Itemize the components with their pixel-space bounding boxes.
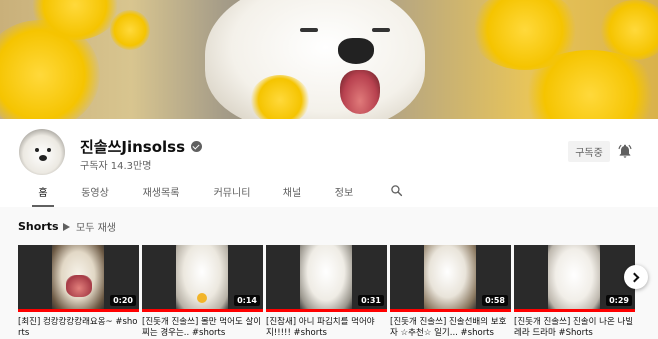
play-icon bbox=[63, 222, 70, 231]
shelf-next-button[interactable] bbox=[624, 265, 648, 289]
video-card[interactable]: 0:31 [진참새] 아니 파김치를 먹어야지!!!!! #shorts bbox=[266, 245, 387, 338]
video-title[interactable]: [진참새] 아니 파김치를 먹어야지!!!!! #shorts bbox=[266, 317, 387, 339]
tab-playlists[interactable]: 재생목록 bbox=[140, 178, 182, 207]
channel-name: 진솔쓰Jinsolss bbox=[80, 138, 186, 156]
watch-progress-bar bbox=[266, 309, 387, 312]
chevron-right-icon bbox=[629, 272, 640, 282]
video-card[interactable]: 0:29 [진돗개 진솔쓰] 진솔이 나온 나빌레라 드라마 #Shorts bbox=[514, 245, 635, 338]
tab-channels[interactable]: 채널 bbox=[281, 178, 303, 207]
tab-community[interactable]: 커뮤니티 bbox=[211, 178, 253, 207]
video-duration: 0:14 bbox=[234, 295, 260, 306]
video-card[interactable]: 0:58 [진돗개 진솔쓰] 진솔선배의 보호자 ☆추천☆ 일기... #sho… bbox=[390, 245, 511, 338]
watch-progress-bar bbox=[514, 309, 635, 312]
video-thumbnail[interactable]: 0:29 bbox=[514, 245, 635, 312]
video-card[interactable]: 0:14 [진돗개 진솔쓰] 몰만 먹어도 살이 찌는 경우는.. #short… bbox=[142, 245, 263, 338]
channel-tabs: 홈 동영상 재생목록 커뮤니티 채널 정보 bbox=[0, 178, 658, 207]
channel-avatar[interactable] bbox=[19, 129, 65, 175]
video-duration: 0:31 bbox=[358, 295, 384, 306]
banner-dog-image bbox=[205, 0, 425, 119]
video-title[interactable]: [진돗개 진솔쓰] 진솔이 나온 나빌레라 드라마 #Shorts bbox=[514, 317, 635, 339]
video-thumbnail[interactable]: 0:58 bbox=[390, 245, 511, 312]
channel-banner bbox=[0, 0, 658, 119]
verified-check-icon bbox=[191, 141, 203, 152]
video-duration: 0:20 bbox=[110, 295, 136, 306]
tab-home[interactable]: 홈 bbox=[32, 178, 54, 207]
play-all-label: 모두 재생 bbox=[76, 223, 116, 234]
watch-progress-bar bbox=[18, 309, 139, 312]
tab-videos[interactable]: 동영상 bbox=[78, 178, 112, 207]
watch-progress-bar bbox=[142, 309, 263, 312]
subscribed-button[interactable]: 구독중 bbox=[568, 141, 610, 162]
video-title[interactable]: [진돗개 진솔쓰] 진솔선배의 보호자 ☆추천☆ 일기... #shorts bbox=[390, 317, 511, 339]
shorts-shelf: 0:20 [최진] 컹캉캉캉캉래요옹~ #shorts 0:14 [진돗개 진솔… bbox=[18, 245, 638, 338]
video-title[interactable]: [진돗개 진솔쓰] 몰만 먹어도 살이 찌는 경우는.. #shorts bbox=[142, 317, 263, 339]
video-card[interactable]: 0:20 [최진] 컹캉캉캉캉래요옹~ #shorts bbox=[18, 245, 139, 338]
channel-name-row: 진솔쓰Jinsolss bbox=[80, 136, 203, 157]
shelf-title: Shorts bbox=[18, 219, 59, 233]
shelf-header: Shorts bbox=[18, 219, 59, 233]
bell-icon[interactable] bbox=[617, 143, 633, 159]
search-icon[interactable] bbox=[390, 184, 403, 197]
watch-progress-bar bbox=[390, 309, 511, 312]
video-thumbnail[interactable]: 0:31 bbox=[266, 245, 387, 312]
tab-about[interactable]: 정보 bbox=[333, 178, 355, 207]
play-all-button[interactable]: 모두 재생 bbox=[63, 219, 116, 234]
subscriber-count: 구독자 14.3만명 bbox=[80, 161, 152, 172]
video-thumbnail[interactable]: 0:14 bbox=[142, 245, 263, 312]
video-duration: 0:58 bbox=[482, 295, 508, 306]
video-thumbnail[interactable]: 0:20 bbox=[18, 245, 139, 312]
video-title[interactable]: [최진] 컹캉캉캉캉래요옹~ #shorts bbox=[18, 317, 139, 339]
video-duration: 0:29 bbox=[606, 295, 632, 306]
